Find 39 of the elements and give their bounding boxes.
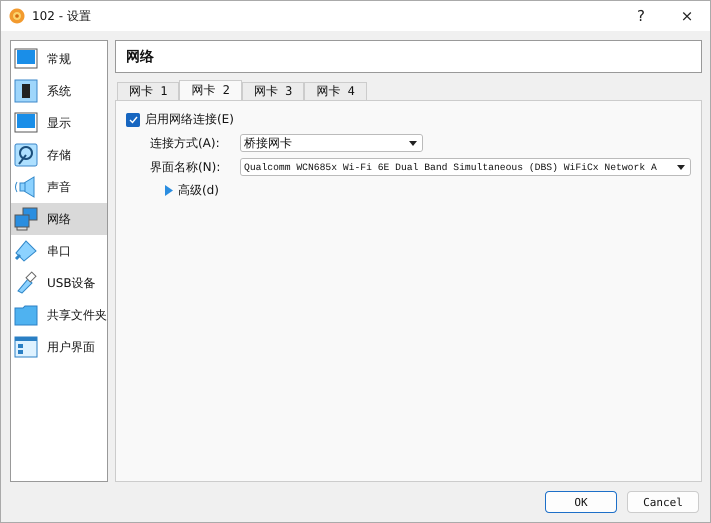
- app-icon: [9, 8, 25, 24]
- checkbox-label[interactable]: 启用网络连接(E): [145, 111, 234, 128]
- caret-icon: [409, 140, 417, 146]
- sidebar-item[interactable]: 共享文件夹: [11, 299, 107, 331]
- tab[interactable]: 网卡 1: [117, 82, 180, 100]
- field-label: 界面名称(N):: [150, 158, 222, 176]
- section-title: 网络: [126, 48, 154, 66]
- advanced-label[interactable]: 高级(d): [178, 182, 219, 199]
- chip-icon: [14, 79, 38, 103]
- tab[interactable]: 网卡 4: [304, 82, 367, 100]
- field-label: 连接方式(A):: [150, 134, 221, 152]
- dropdown[interactable]: Qualcomm WCN685x Wi-Fi 6E Dual Band Simultaneous (DBS) WiFiCx Network A: [240, 158, 691, 176]
- sidebar-item[interactable]: 显示: [11, 107, 107, 139]
- monitor-icon: [14, 111, 38, 135]
- window-icon: [14, 335, 38, 359]
- cancel-button[interactable]: Cancel: [627, 491, 699, 513]
- sidebar-item[interactable]: 网络: [11, 203, 107, 235]
- sidebar-item[interactable]: 串口: [11, 235, 107, 267]
- ok-button[interactable]: OK: [545, 491, 617, 513]
- sidebar-item[interactable]: USB设备: [11, 267, 107, 299]
- caret-icon: [677, 164, 685, 170]
- check-icon: [128, 116, 138, 124]
- sidebar-item[interactable]: 用户界面: [11, 331, 107, 363]
- network-icon: [14, 207, 38, 231]
- window-title: 102 - 设置: [32, 8, 91, 24]
- connector-icon: [14, 239, 38, 263]
- tab[interactable]: 网卡 3: [242, 82, 304, 100]
- sidebar-item[interactable]: 存储: [11, 139, 107, 171]
- dropdown[interactable]: 桥接网卡: [240, 134, 423, 152]
- sidebar-item[interactable]: 声音: [11, 171, 107, 203]
- sidebar-item[interactable]: 系统: [11, 75, 107, 107]
- folder-icon: [14, 303, 38, 327]
- monitor-icon: [14, 47, 38, 71]
- title-bar-button[interactable]: ×: [664, 1, 710, 31]
- checkbox[interactable]: [126, 112, 140, 126]
- sidebar-item[interactable]: 常规: [11, 43, 107, 75]
- expand-arrow-icon[interactable]: [164, 185, 173, 196]
- tab[interactable]: 网卡 2: [179, 80, 242, 100]
- title-bar-button[interactable]: ?: [618, 1, 664, 31]
